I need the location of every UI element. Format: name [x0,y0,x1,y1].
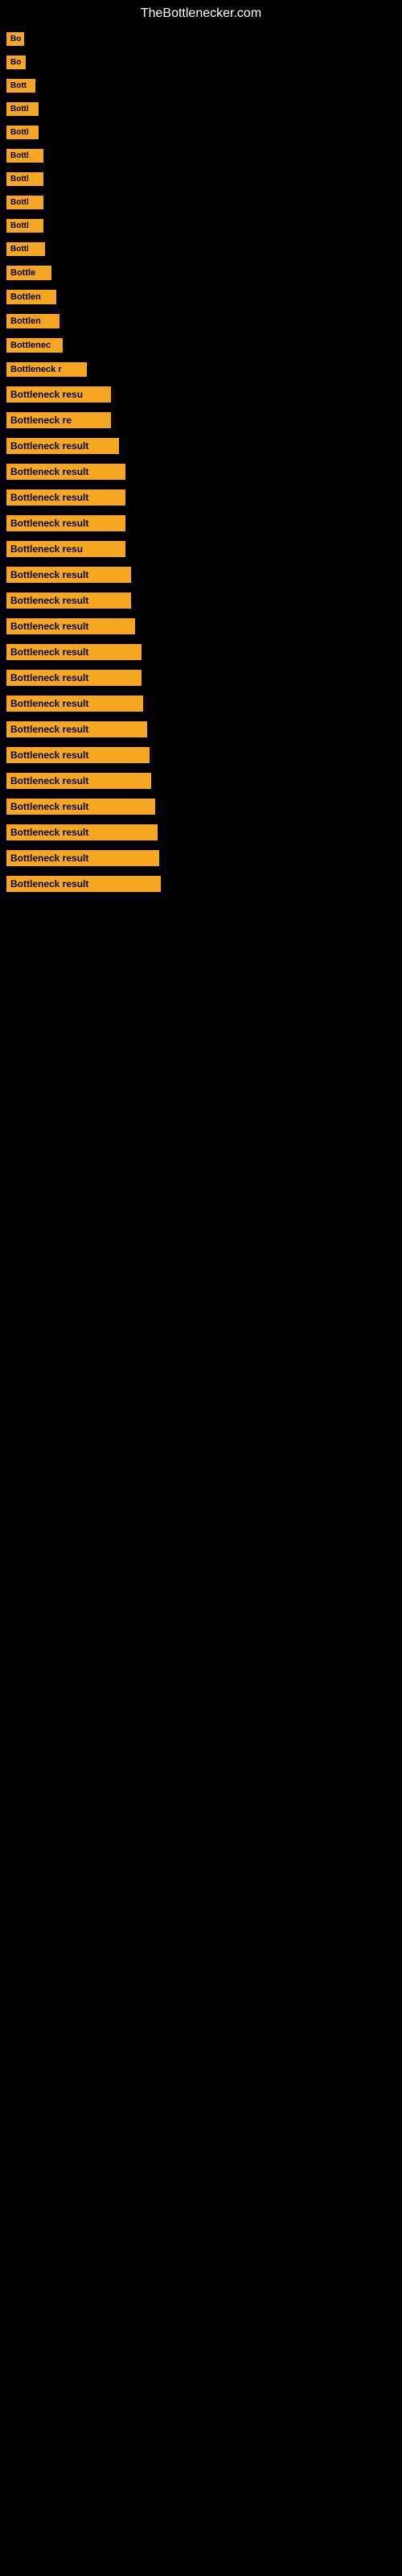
list-item: Bottleneck result [0,876,402,892]
list-item: Bottleneck result [0,721,402,737]
list-item: Bottleneck result [0,489,402,506]
list-item: Bottl [0,196,402,209]
list-item: Bottl [0,172,402,186]
bottleneck-result-label: Bottleneck re [6,412,111,428]
list-item: Bottl [0,126,402,139]
site-title: TheBottlenecker.com [0,0,402,24]
list-item: Bottlen [0,290,402,304]
list-item: Bottleneck result [0,670,402,686]
list-item: Bottlenec [0,338,402,353]
list-item: Bott [0,79,402,93]
bottleneck-result-label: Bottl [6,219,43,233]
list-item: Bottleneck result [0,438,402,454]
list-item: Bottleneck result [0,824,402,840]
list-item: Bottleneck resu [0,386,402,402]
list-item: Bottleneck result [0,850,402,866]
bottleneck-result-label: Bottl [6,126,39,139]
bottleneck-result-label: Bottleneck result [6,464,125,480]
bottleneck-result-label: Bottleneck resu [6,541,125,557]
list-item: Bottleneck result [0,747,402,763]
bottleneck-result-label: Bottleneck result [6,850,159,866]
site-title-container: TheBottlenecker.com [0,0,402,24]
list-item: Bottl [0,242,402,256]
bottleneck-result-label: Bottleneck result [6,876,161,892]
list-item: Bottleneck result [0,618,402,634]
list-item: Bottl [0,102,402,116]
bottleneck-result-label: Bottl [6,172,43,186]
list-item: Bottleneck result [0,644,402,660]
bottleneck-result-label: Bottleneck result [6,515,125,531]
bottleneck-result-label: Bottleneck result [6,721,147,737]
bottleneck-result-label: Bottleneck result [6,567,131,583]
bottleneck-result-label: Bottleneck result [6,747,150,763]
bottleneck-result-label: Bo [6,56,26,69]
bottleneck-result-label: Bottlenec [6,338,63,353]
list-item: Bottleneck result [0,464,402,480]
bottleneck-result-label: Bottleneck result [6,618,135,634]
list-item: Bottleneck r [0,362,402,377]
list-item: Bottle [0,266,402,280]
bottleneck-result-label: Bottl [6,102,39,116]
bottleneck-result-label: Bottleneck result [6,773,151,789]
list-item: Bottleneck result [0,773,402,789]
bottleneck-result-label: Bottleneck result [6,489,125,506]
bottleneck-result-label: Bottlen [6,314,59,328]
list-item: Bottleneck result [0,592,402,609]
list-item: Bottlen [0,314,402,328]
bottleneck-result-label: Bo [6,32,24,46]
list-item: Bottleneck resu [0,541,402,557]
list-item: Bottl [0,219,402,233]
bottleneck-result-label: Bottleneck result [6,438,119,454]
bottleneck-result-label: Bott [6,79,35,93]
list-item: Bo [0,56,402,69]
bottleneck-result-label: Bottleneck result [6,696,143,712]
bottleneck-result-label: Bottleneck result [6,824,158,840]
list-item: Bottleneck result [0,696,402,712]
bottleneck-result-label: Bottleneck result [6,799,155,815]
bottleneck-result-label: Bottl [6,196,43,209]
bottleneck-result-label: Bottleneck r [6,362,87,377]
list-item: Bottleneck result [0,567,402,583]
list-item: Bottleneck result [0,515,402,531]
list-item: Bottleneck result [0,799,402,815]
bottleneck-list: Bo Bo Bott Bottl Bottl Bottl Bottl Bottl Bottl Bo… [0,24,402,910]
bottleneck-result-label: Bottleneck result [6,592,131,609]
list-item: Bo [0,32,402,46]
bottleneck-result-label: Bottl [6,149,43,163]
list-item: Bottl [0,149,402,163]
bottleneck-result-label: Bottl [6,242,45,256]
list-item: Bottleneck re [0,412,402,428]
bottleneck-result-label: Bottleneck result [6,670,142,686]
bottleneck-result-label: Bottleneck resu [6,386,111,402]
bottleneck-result-label: Bottlen [6,290,56,304]
bottleneck-result-label: Bottleneck result [6,644,142,660]
bottleneck-result-label: Bottle [6,266,51,280]
